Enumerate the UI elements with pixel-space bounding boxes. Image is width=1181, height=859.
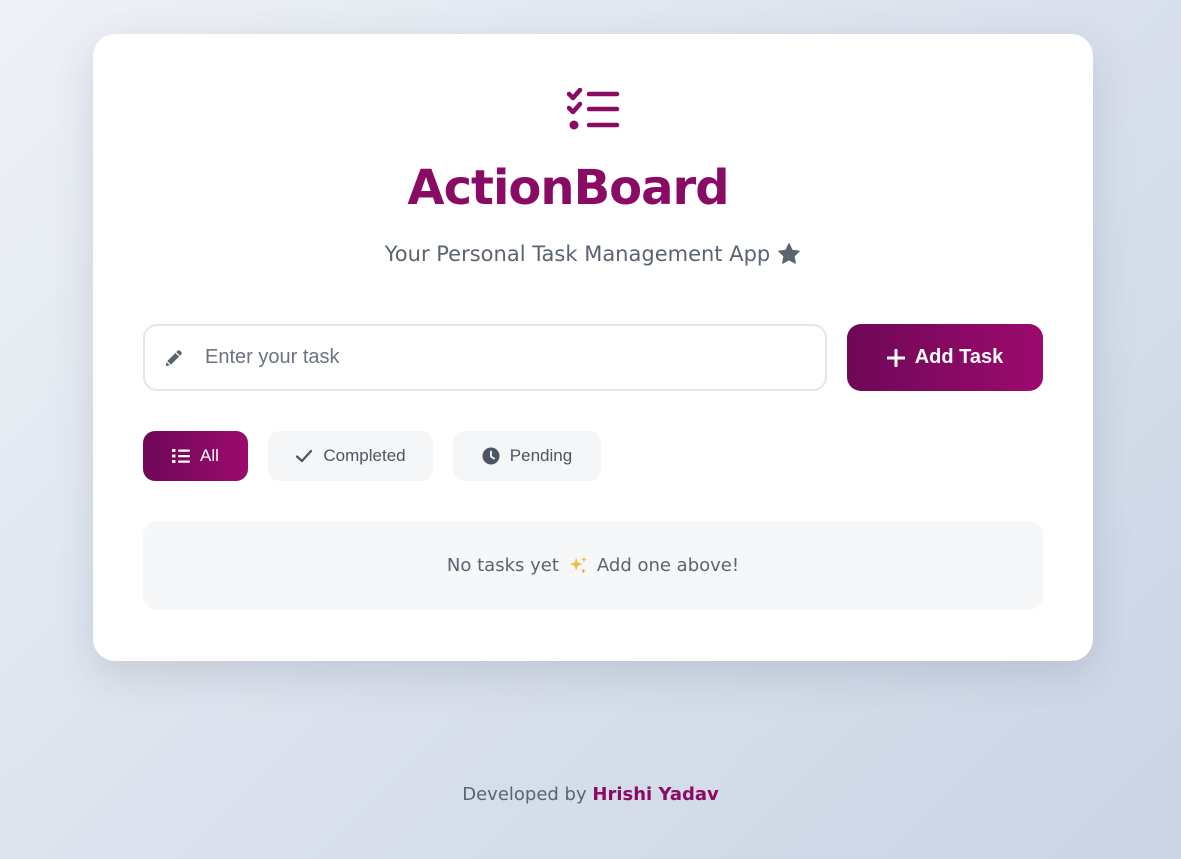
empty-state-text-before: No tasks yet bbox=[446, 555, 559, 576]
sparkles-icon bbox=[569, 556, 587, 573]
add-task-button[interactable]: Add Task bbox=[847, 324, 1043, 391]
star-icon bbox=[778, 243, 801, 264]
task-input[interactable] bbox=[205, 346, 785, 369]
app-title: ActionBoard bbox=[407, 160, 729, 216]
filter-all-button[interactable]: All bbox=[143, 431, 248, 481]
list-icon bbox=[172, 449, 191, 463]
filter-completed-label: Completed bbox=[323, 446, 406, 465]
checklist-icon bbox=[567, 88, 620, 130]
plus-icon bbox=[886, 348, 905, 367]
empty-state-text-after: Add one above! bbox=[596, 555, 740, 576]
footer: Developed by Hrishi Yadav bbox=[0, 784, 1181, 805]
filter-completed-button[interactable]: Completed bbox=[268, 431, 433, 481]
subtitle-row: Your Personal Task Management App bbox=[93, 242, 1093, 266]
pencil-icon bbox=[165, 349, 182, 366]
check-icon bbox=[296, 449, 313, 463]
footer-author: Hrishi Yadav bbox=[592, 784, 719, 805]
task-input-wrapper[interactable] bbox=[143, 324, 827, 391]
clock-icon bbox=[482, 447, 500, 465]
empty-state: No tasks yet Add one above! bbox=[143, 521, 1043, 610]
add-task-label: Add Task bbox=[914, 346, 1004, 368]
filter-all-label: All bbox=[200, 446, 219, 465]
footer-prefix: Developed by bbox=[462, 784, 587, 805]
app-subtitle: Your Personal Task Management App bbox=[384, 242, 771, 266]
filter-pending-label: Pending bbox=[509, 446, 573, 465]
task-card: ActionBoard Your Personal Task Managemen… bbox=[93, 34, 1093, 661]
filter-pending-button[interactable]: Pending bbox=[453, 431, 601, 481]
